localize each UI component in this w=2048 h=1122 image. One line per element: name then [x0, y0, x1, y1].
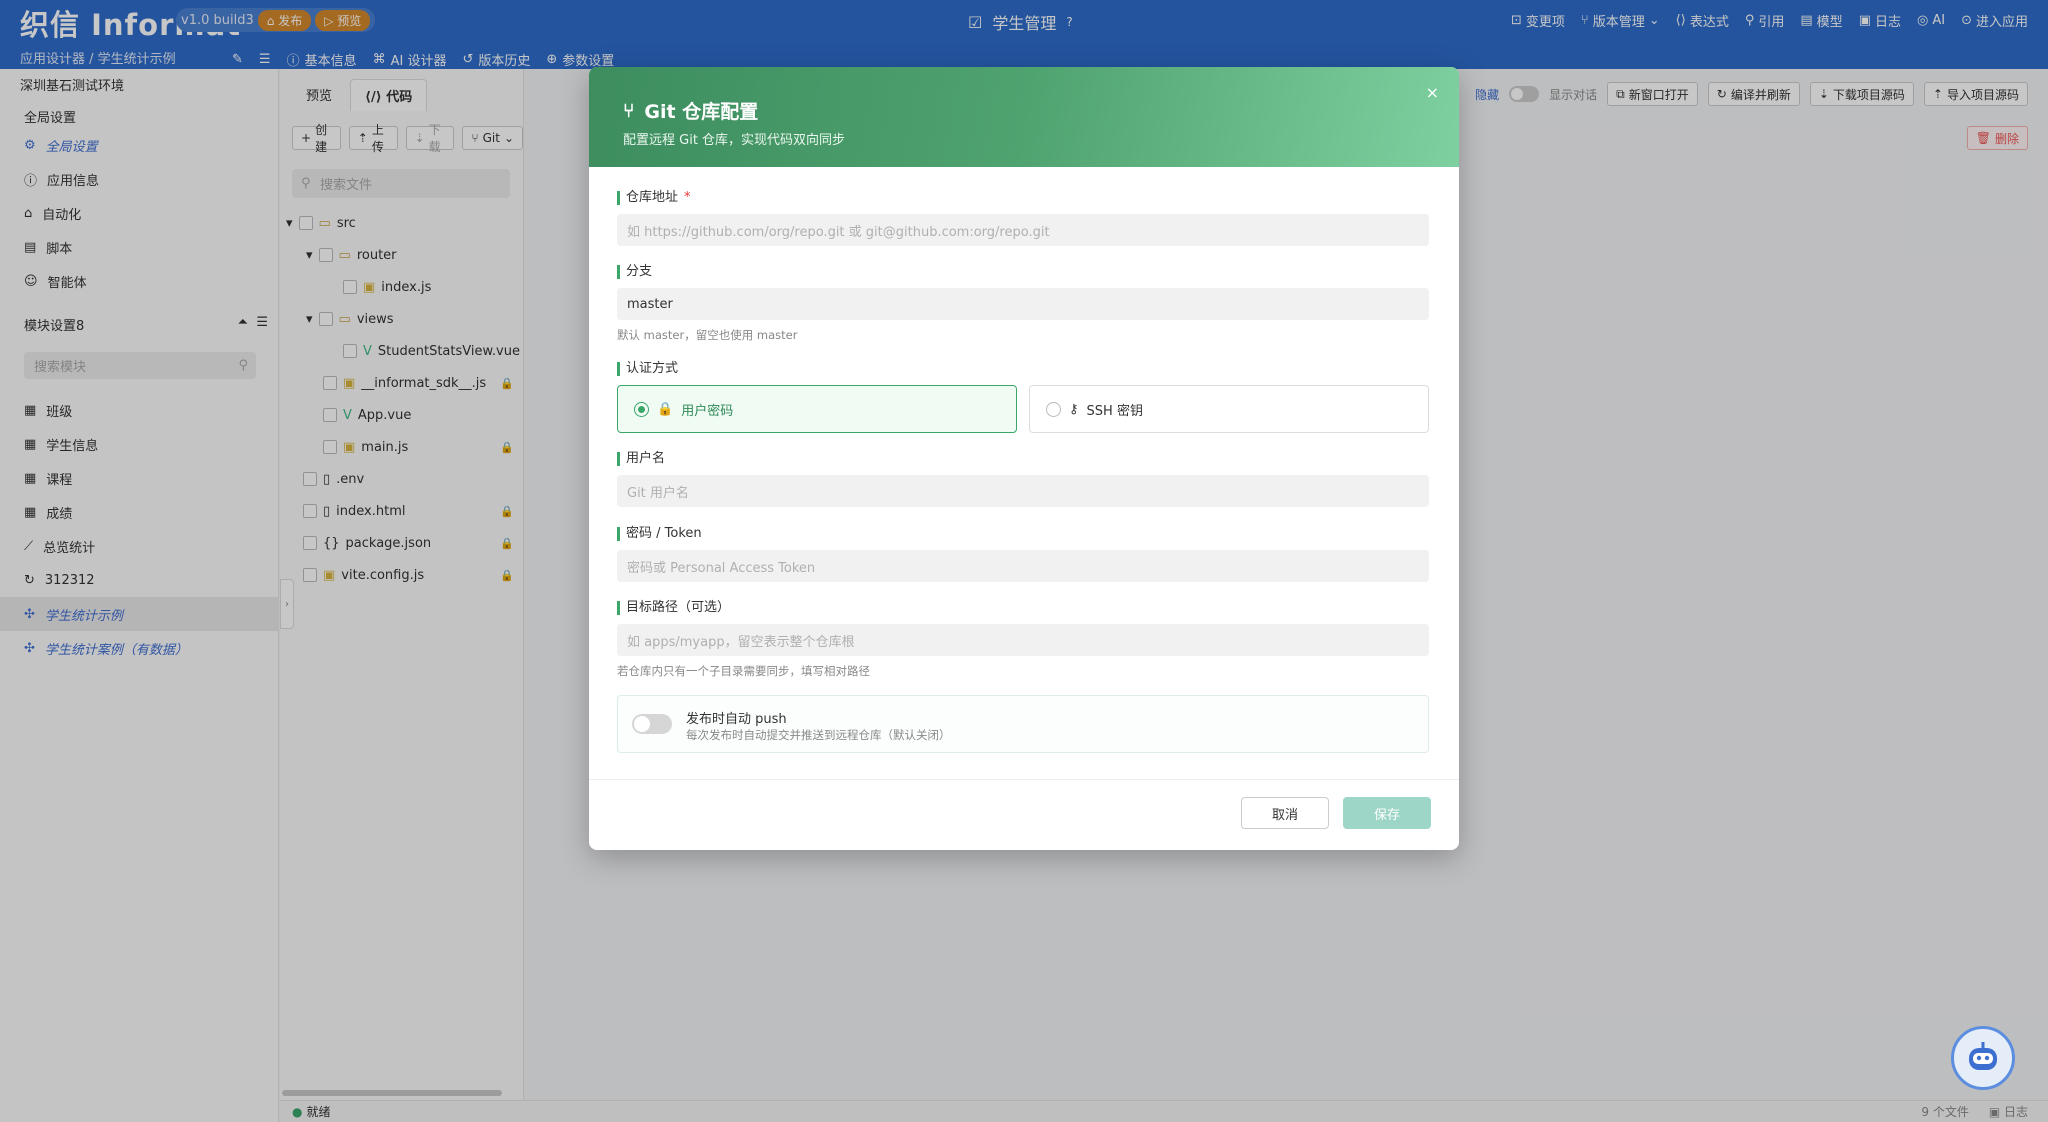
option-label: 用户密码 — [681, 403, 734, 419]
target-path-label: 目标路径（可选） — [617, 601, 730, 615]
git-branch-icon: ⑂ — [623, 99, 635, 122]
auto-push-desc: 每次发布时自动提交并推送到远程仓库（默认关闭） — [686, 728, 951, 742]
required-mark: * — [684, 190, 691, 205]
username-label: 用户名 — [617, 452, 665, 466]
branch-label: 分支 — [617, 265, 652, 279]
auth-label: 认证方式 — [617, 362, 678, 376]
input-placeholder: 如 https://github.com/org/repo.git 或 git@… — [627, 224, 1050, 240]
auto-push-card: 发布时自动 push 每次发布时自动提交并推送到远程仓库（默认关闭） — [617, 695, 1429, 753]
lock-icon: 🔒 — [657, 401, 674, 417]
input-placeholder: Git 用户名 — [627, 485, 689, 501]
target-path-input[interactable]: 如 apps/myapp，留空表示整个仓库根 — [617, 624, 1429, 656]
auto-push-title: 发布时自动 push — [686, 712, 787, 727]
key-icon: ⚷ — [1069, 401, 1079, 417]
dialog-footer: 取消 保存 — [589, 779, 1459, 850]
label-text: 仓库地址 — [626, 190, 679, 205]
dialog-title-text: Git 仓库配置 — [644, 101, 759, 123]
input-value: master — [627, 296, 673, 312]
close-icon[interactable]: × — [1426, 83, 1439, 102]
option-label: SSH 密钥 — [1086, 403, 1143, 419]
dialog-subtitle: 配置远程 Git 仓库，实现代码双向同步 — [623, 133, 846, 148]
cancel-button[interactable]: 取消 — [1241, 797, 1329, 829]
robot-icon — [1969, 1042, 1997, 1070]
username-input[interactable]: Git 用户名 — [617, 475, 1429, 507]
branch-hint: 默认 master，留空也使用 master — [617, 328, 798, 342]
radio-checked[interactable] — [634, 401, 649, 417]
git-config-dialog: ⑂ Git 仓库配置 配置远程 Git 仓库，实现代码双向同步 × 仓库地址 * 如… — [589, 67, 1459, 850]
input-placeholder: 密码或 Personal Access Token — [627, 560, 816, 576]
repo-url-input[interactable]: 如 https://github.com/org/repo.git 或 git@… — [617, 214, 1429, 246]
password-input[interactable]: 密码或 Personal Access Token — [617, 550, 1429, 582]
password-label: 密码 / Token — [617, 527, 702, 541]
save-button[interactable]: 保存 — [1343, 797, 1431, 829]
auto-push-toggle[interactable] — [632, 714, 672, 734]
target-path-hint: 若仓库内只有一个子目录需要同步，填写相对路径 — [617, 664, 870, 678]
auth-option-password[interactable]: 🔒 用户密码 — [617, 385, 1017, 433]
branch-input[interactable]: master — [617, 288, 1429, 320]
dialog-header: ⑂ Git 仓库配置 配置远程 Git 仓库，实现代码双向同步 × — [589, 67, 1459, 167]
dialog-title: ⑂ Git 仓库配置 — [623, 97, 758, 124]
input-placeholder: 如 apps/myapp，留空表示整个仓库根 — [627, 634, 855, 650]
ai-assistant-button[interactable] — [1951, 1026, 2015, 1090]
repo-label: 仓库地址 * — [617, 191, 691, 205]
auth-option-ssh[interactable]: ⚷ SSH 密钥 — [1029, 385, 1429, 433]
radio-unchecked[interactable] — [1046, 401, 1061, 417]
